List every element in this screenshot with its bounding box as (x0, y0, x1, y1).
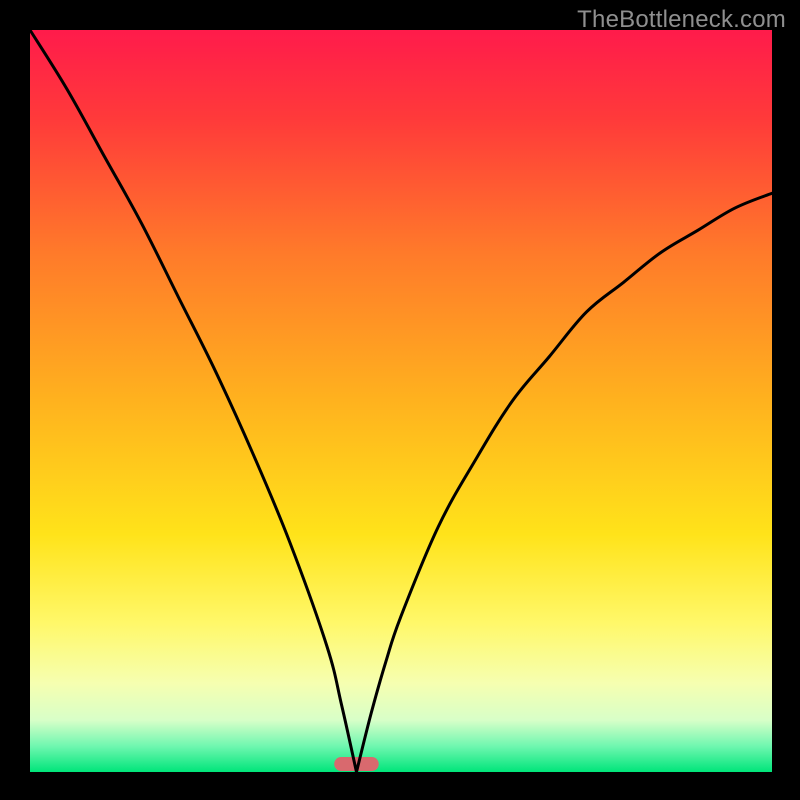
plot-background (30, 30, 772, 772)
watermark-text: TheBottleneck.com (577, 6, 786, 34)
chart-frame: TheBottleneck.com (0, 0, 800, 800)
bottleneck-chart (0, 0, 800, 800)
